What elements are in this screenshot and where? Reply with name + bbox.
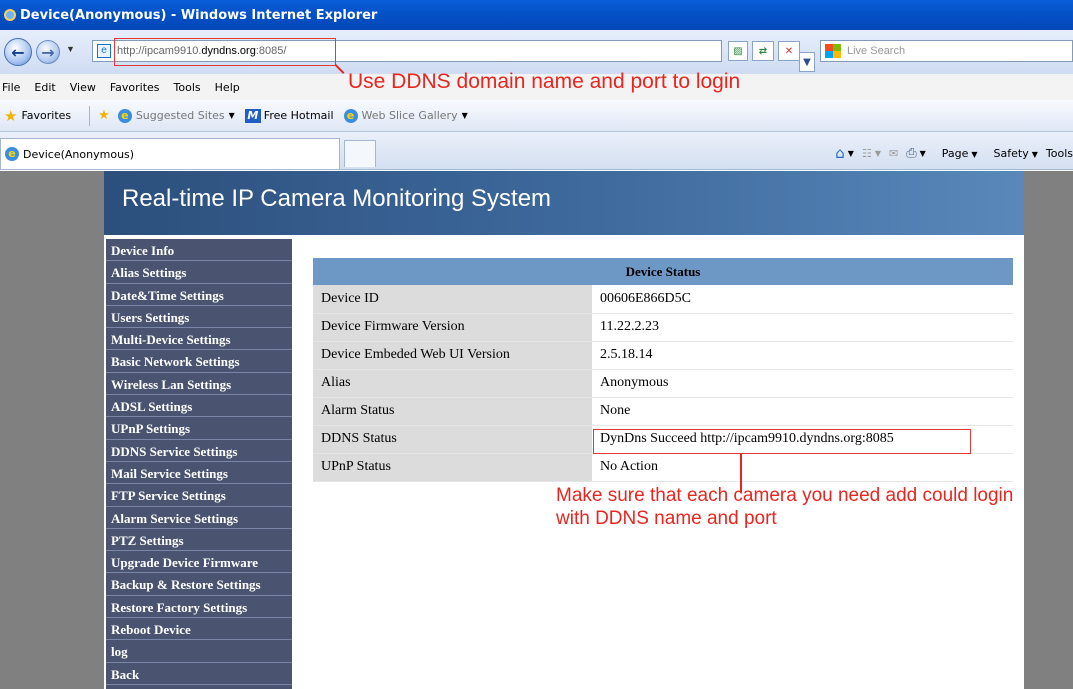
row-label: Device Firmware Version [313,313,592,342]
nav-restore-factory-settings[interactable]: Restore Factory Settings [106,596,292,619]
web-slice-gallery-link[interactable]: e Web Slice Gallery ▼ [343,108,468,123]
command-bar: ⌂ ▼ ☷ ▼ ✉ ⎙ ▼ Page ▼ Safety ▼ Tools [827,144,1073,162]
menu-help[interactable]: Help [215,81,240,94]
favorites-bar: ★ Favorites ★ e Suggested Sites ▼ M Free… [0,100,1073,132]
camera-web-ui: Real-time IP Camera Monitoring System De… [104,171,1024,689]
nav-ftp-service-settings[interactable]: FTP Service Settings [106,484,292,507]
ddns-annotation: Make sure that each camera you need add … [556,485,1014,529]
favorites-button[interactable]: ★ Favorites [4,107,71,125]
row-value: None [592,397,1013,426]
nav-users-settings[interactable]: Users Settings [106,306,292,329]
tab-bar: e Device(Anonymous) ⌂ ▼ ☷ ▼ ✉ ⎙ ▼ Page ▼ Saf… [0,132,1073,170]
menu-tools[interactable]: Tools [174,81,201,94]
row-label: Alias [313,369,592,398]
page-title: Real-time IP Camera Monitoring System [122,185,552,212]
nav-back[interactable]: Back [106,663,292,685]
chevron-down-icon[interactable]: ▼ [920,149,926,158]
refresh-icon[interactable]: ⇄ [752,41,774,61]
compatibility-view-icon[interactable]: ▨ [728,41,748,61]
page-icon: e [97,44,111,58]
url-annotation: Use DDNS domain name and port to login [348,70,741,93]
nav-mail-service-settings[interactable]: Mail Service Settings [106,462,292,485]
suggested-sites-link[interactable]: e Suggested Sites ▼ [117,108,235,123]
free-hotmail-link[interactable]: M Free Hotmail [244,108,334,123]
safety-menu[interactable]: Safety ▼ [986,147,1038,160]
row-label: DDNS Status [313,425,592,454]
table-header-row: Device Status [313,258,1013,285]
menu-favorites[interactable]: Favorites [110,81,160,94]
home-icon[interactable]: ⌂ [835,144,845,162]
page-viewport: Real-time IP Camera Monitoring System De… [0,171,1073,689]
ie-logo-icon [4,9,16,21]
nav-alias-settings[interactable]: Alias Settings [106,261,292,284]
menu-view[interactable]: View [70,81,96,94]
row-label: Alarm Status [313,397,592,426]
table-row: Alias Anonymous [313,369,1013,398]
row-value: 11.22.2.23 [592,313,1013,342]
new-tab-button[interactable] [344,140,376,167]
nav-basic-network-settings[interactable]: Basic Network Settings [106,350,292,373]
nav-alarm-service-settings[interactable]: Alarm Service Settings [106,507,292,529]
tools-menu[interactable]: Tools [1046,147,1073,160]
ie-icon: e [5,147,19,161]
table-row: Device Firmware Version 11.22.2.23 [313,313,1013,342]
nav-wireless-lan-settings[interactable]: Wireless Lan Settings [106,373,292,396]
chevron-down-icon[interactable]: ▼ [848,149,854,158]
row-label: Device Embeded Web UI Version [313,341,592,370]
row-value: No Action [592,453,1013,482]
address-dropdown-button[interactable]: ▼ [799,52,815,72]
ddns-highlight-box [593,429,971,454]
nav-reboot-device[interactable]: Reboot Device [106,618,292,641]
url-highlight-box [114,38,336,66]
table-row: Device Embeded Web UI Version 2.5.18.14 [313,341,1013,370]
chevron-down-icon: ▼ [461,111,468,120]
nav-date-time-settings[interactable]: Date&Time Settings [106,284,292,306]
page-menu[interactable]: Page ▼ [934,147,978,160]
chevron-down-icon[interactable]: ▼ [875,149,881,158]
window-title-bar: Device(Anonymous) - Windows Internet Exp… [0,0,1073,30]
row-label: UPnP Status [313,453,592,482]
table-row: UPnP Status No Action [313,453,1013,482]
row-label: Device ID [313,285,592,314]
chevron-down-icon: ▼ [228,111,235,120]
table-row: Alarm Status None [313,397,1013,426]
nav-upnp-settings[interactable]: UPnP Settings [106,417,292,440]
live-search-icon [825,44,841,58]
forward-button[interactable]: → [36,40,60,64]
tab-device-anonymous[interactable]: e Device(Anonymous) [0,138,340,169]
table-row: Device ID 00606E866D5C [313,285,1013,314]
separator [89,105,91,126]
nav-ddns-service-settings[interactable]: DDNS Service Settings [106,440,292,462]
favorites-star-icon: ★ [4,106,18,125]
feeds-icon[interactable]: ☷ [862,147,872,160]
stop-icon[interactable]: ✕ [778,41,800,61]
menu-file[interactable]: File [2,81,20,94]
read-mail-icon[interactable]: ✉ [889,147,898,160]
recent-pages-dropdown[interactable]: ▼ [66,44,75,54]
table-header: Device Status [313,258,1013,285]
hotmail-icon: M [244,108,261,123]
nav-device-info[interactable]: Device Info [106,239,292,262]
nav-backup-restore-settings[interactable]: Backup & Restore Settings [106,573,292,596]
nav-upgrade-device-firmware[interactable]: Upgrade Device Firmware [106,551,292,574]
add-favorite-icon[interactable]: ★ [98,108,110,123]
window-title: Device(Anonymous) - Windows Internet Exp… [20,7,378,23]
row-value: 2.5.18.14 [592,341,1013,370]
nav-adsl-settings[interactable]: ADSL Settings [106,395,292,418]
nav-multi-device-settings[interactable]: Multi-Device Settings [106,328,292,351]
search-placeholder: Live Search [847,45,906,57]
ie-icon: e [343,108,358,123]
nav-log[interactable]: log [106,640,292,663]
nav-ptz-settings[interactable]: PTZ Settings [106,529,292,552]
back-button[interactable]: ← [4,38,32,66]
row-value: Anonymous [592,369,1013,398]
print-icon[interactable]: ⎙ [906,146,916,161]
ie-icon: e [117,108,132,123]
header-banner: Real-time IP Camera Monitoring System [104,171,1024,235]
search-input[interactable]: Live Search [820,40,1073,62]
sidebar-nav: Device Info Alias Settings Date&Time Set… [106,239,292,689]
row-value: 00606E866D5C [592,285,1013,314]
menu-edit[interactable]: Edit [34,81,55,94]
